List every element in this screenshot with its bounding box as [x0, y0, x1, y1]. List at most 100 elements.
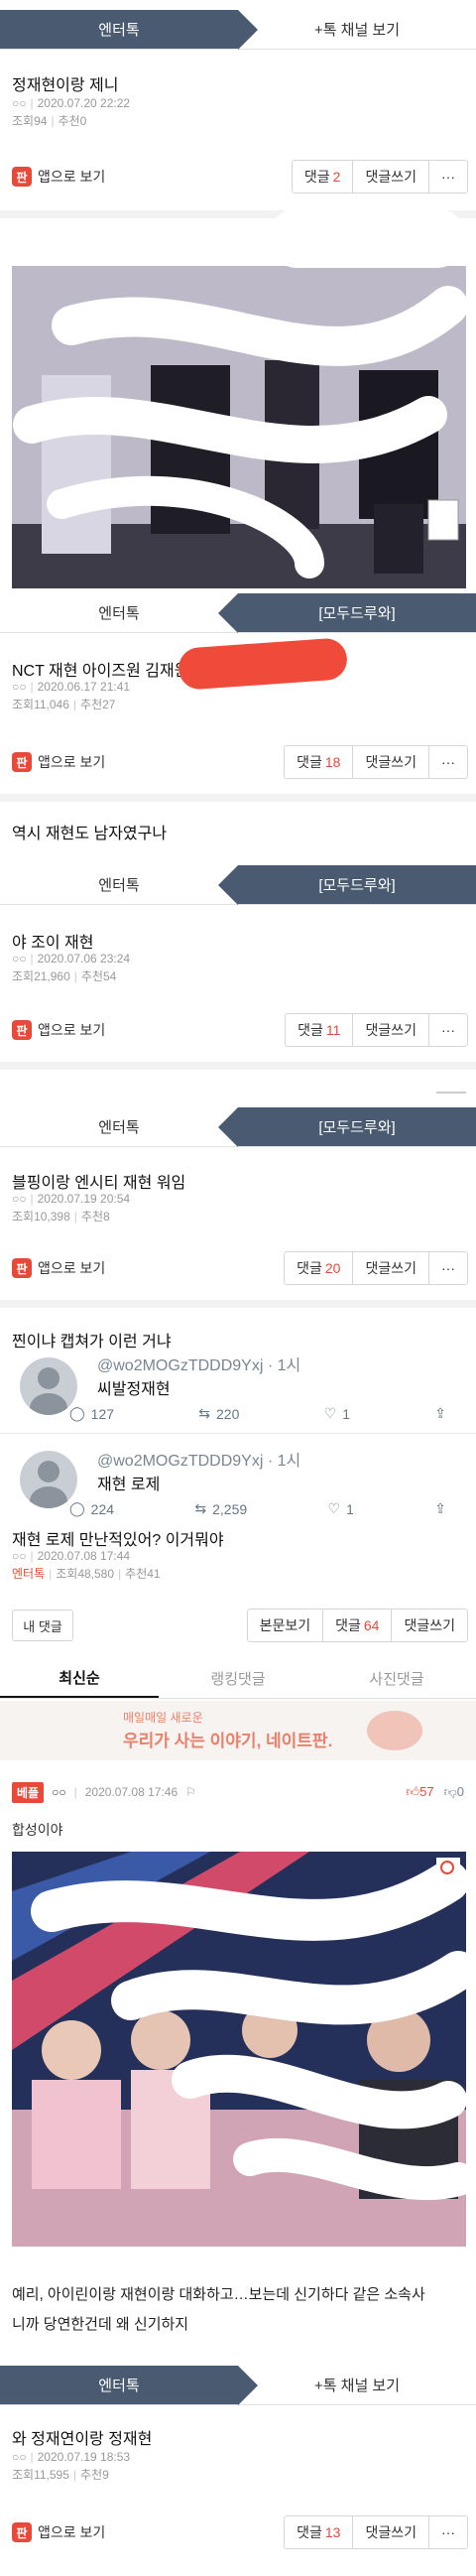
post-time: 2020.07.08 17:44 [37, 1549, 131, 1563]
tab-ranking[interactable]: 랭킹댓글 [159, 1659, 317, 1698]
recommend-count: 추천0 [58, 114, 87, 128]
post-time: 2020.07.19 20:54 [37, 1192, 131, 1206]
post-button-group: 댓글 20 댓글쓰기 ··· [284, 1251, 468, 1285]
post-meta: ○○ | 2020.07.19 20:54 [12, 1192, 131, 1206]
downvote[interactable]: 👎︎0 [444, 1784, 464, 1800]
like-action[interactable]: ♡ 1 [328, 1500, 354, 1517]
open-in-app-button[interactable]: 판 앱으로 보기 [12, 1258, 105, 1278]
upvote[interactable]: 👍︎57 [407, 1784, 434, 1800]
tweet-actions: ◯ 127 ⇆ 220 ♡ 1 ⇪ [69, 1405, 446, 1422]
share-icon[interactable]: ⇪ [434, 1500, 446, 1517]
reply-action[interactable]: ◯ 224 [69, 1500, 114, 1517]
banner-subtitle: 매일매일 새로운 [123, 1711, 203, 1725]
retweet-icon: ⇆ [194, 1500, 207, 1516]
comment-button[interactable]: 댓글 11 [286, 1014, 354, 1046]
comment-button[interactable]: 댓글 18 [285, 746, 354, 778]
comment-count: 20 [324, 1260, 341, 1276]
tab-all-come-in[interactable]: [모두드루와] [218, 593, 476, 633]
write-comment-button[interactable]: 댓글쓰기 [353, 161, 429, 193]
comment-photo[interactable] [12, 1852, 466, 2247]
comment-button[interactable]: 댓글 20 [285, 1252, 354, 1284]
nate-app-icon: 판 [12, 1258, 32, 1278]
post-title[interactable]: 야 조이 재현 [12, 929, 94, 953]
post-title[interactable]: NCT 재현 아이즈원 김재원 [12, 657, 188, 681]
like-action[interactable]: ♡ 1 [324, 1405, 350, 1422]
post-title[interactable]: 재현 로제 만난적있어? 이거뭐야 [12, 1526, 224, 1550]
more-button[interactable]: ··· [429, 161, 467, 193]
post-time: 2020.07.20 22:22 [37, 96, 131, 110]
open-in-app-button[interactable]: 판 앱으로 보기 [12, 752, 105, 772]
photo-illustration [12, 1852, 466, 2247]
comment-label: 댓글 [303, 169, 330, 185]
comment-count: 18 [324, 754, 341, 770]
open-in-app-button[interactable]: 판 앱으로 보기 [12, 1020, 105, 1040]
comment-count: 2 [332, 169, 341, 185]
reply-icon: ◯ [69, 1405, 85, 1421]
recommend-count: 추천8 [80, 1210, 110, 1224]
tab-channel-view[interactable]: +톡 채널 보기 [238, 2366, 476, 2404]
tab-entertalk[interactable]: 엔터톡 [0, 865, 238, 904]
more-button[interactable]: ··· [429, 746, 467, 778]
share-icon[interactable]: ⇪ [434, 1405, 446, 1422]
write-comment-button[interactable]: 댓글쓰기 [353, 2516, 429, 2548]
nate-app-icon: 판 [12, 2522, 32, 2542]
comment-votes: 👍︎57 👎︎0 [407, 1784, 465, 1800]
board-tabbar: 엔터톡 +톡 채널 보기 [0, 2366, 476, 2405]
post-photo[interactable] [12, 266, 466, 588]
more-button[interactable]: ··· [429, 1014, 467, 1046]
more-button[interactable]: ··· [429, 1252, 467, 1284]
post-stats: 조회94 | 추천0 [12, 114, 87, 128]
post-title[interactable]: 블핑이랑 엔시티 재현 워임 [12, 1169, 185, 1193]
write-comment-button[interactable]: 댓글쓰기 [392, 1610, 467, 1641]
tweet-card[interactable]: @wo2MOGzTDDD9Yxj · 1시 씨발정재현 ◯ 127 ⇆ 220 ♡ 1… [20, 1350, 466, 1449]
post-title[interactable]: 정재현이랑 제니 [12, 71, 119, 95]
best-badge: 베플 [12, 1781, 45, 1803]
tab-entertalk[interactable]: 엔터톡 [0, 593, 238, 632]
downvote-count: 0 [456, 1784, 464, 1799]
board-tabbar: 엔터톡 [모두드루와] [0, 865, 476, 905]
tab-entertalk[interactable]: 엔터톡 [0, 1107, 238, 1146]
reply-icon: ◯ [69, 1500, 85, 1516]
comment-button[interactable]: 댓글 64 [323, 1610, 393, 1641]
view-count: 조회48,580 [56, 1567, 115, 1581]
post-button-group: 댓글 13 댓글쓰기 ··· [284, 2515, 468, 2549]
retweet-action[interactable]: ⇆ 2,259 [194, 1500, 247, 1517]
tab-all-come-in[interactable]: [모두드루와] [218, 1107, 476, 1147]
caption-line: 예리, 아이린이랑 재현이랑 대화하고…보는데 신기하다 같은 소속사 [12, 2286, 425, 2303]
comment-author: ○○ [52, 1785, 66, 1799]
tab-entertalk[interactable]: 엔터톡 [0, 10, 258, 50]
banner-title: 우리가 사는 이야기, 네이트판. [123, 1732, 333, 1750]
tab-channel-view[interactable]: +톡 채널 보기 [238, 10, 476, 49]
retweet-icon: ⇆ [198, 1405, 211, 1421]
reply-action[interactable]: ◯ 127 [69, 1405, 114, 1422]
banner-decoration [367, 1711, 422, 1750]
thumbs-up-icon: 👍︎ [406, 1784, 420, 1799]
post-title[interactable]: 와 정재연이랑 정재현 [12, 2425, 152, 2449]
write-comment-button[interactable]: 댓글쓰기 [353, 1252, 429, 1284]
comment-button[interactable]: 댓글 13 [285, 2516, 354, 2548]
promo-banner[interactable]: 매일매일 새로운 우리가 사는 이야기, 네이트판. [0, 1701, 476, 1760]
my-comment-button[interactable]: 내 댓글 [12, 1610, 73, 1641]
recommend-count: 추천9 [80, 2468, 109, 2482]
recommend-count: 추천41 [125, 1567, 161, 1581]
post-stats: 조회11,046 | 추천27 [12, 698, 116, 711]
write-comment-button[interactable]: 댓글쓰기 [353, 1014, 429, 1046]
heart-icon: ♡ [323, 1405, 337, 1421]
open-in-app-button[interactable]: 판 앱으로 보기 [12, 167, 105, 187]
comment-button[interactable]: 댓글 2 [293, 161, 354, 193]
thumbs-down-icon: 👎︎ [443, 1784, 457, 1799]
tab-latest[interactable]: 최신순 [0, 1659, 159, 1698]
report-icon[interactable]: ⚐ [185, 1785, 196, 1799]
comment-label: 댓글 [297, 1260, 322, 1276]
board-name[interactable]: 엔터톡 [12, 1567, 45, 1581]
tab-all-come-in[interactable]: [모두드루와] [218, 865, 476, 905]
more-button[interactable]: ··· [429, 2516, 467, 2548]
tab-photo-comments[interactable]: 사진댓글 [317, 1659, 476, 1698]
open-in-app-button[interactable]: 판 앱으로 보기 [12, 2522, 105, 2542]
tab-entertalk[interactable]: 엔터톡 [0, 2366, 258, 2405]
post-stats: 조회21,960 | 추천54 [12, 969, 117, 983]
write-comment-button[interactable]: 댓글쓰기 [353, 746, 429, 778]
retweet-action[interactable]: ⇆ 220 [198, 1405, 239, 1422]
view-post-button[interactable]: 본문보기 [248, 1610, 324, 1641]
tweet-actions: ◯ 224 ⇆ 2,259 ♡ 1 ⇪ [69, 1500, 446, 1517]
